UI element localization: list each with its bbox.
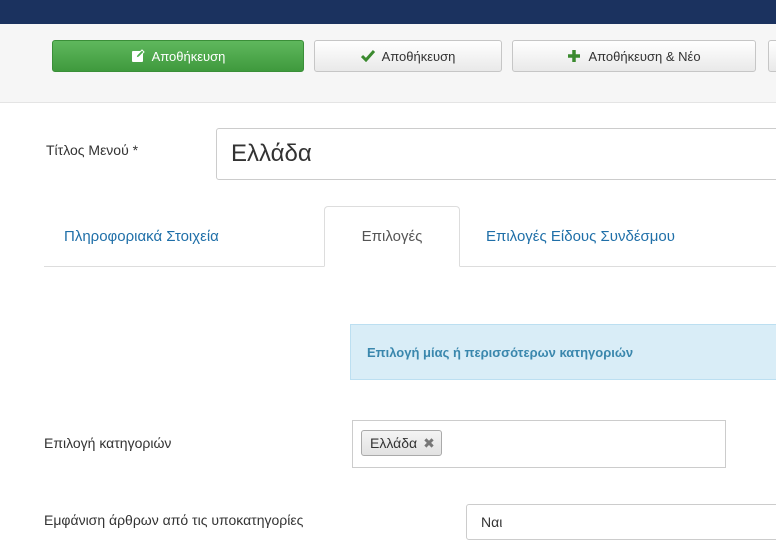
title-input[interactable]: Ελλάδα xyxy=(216,128,776,180)
more-button[interactable] xyxy=(768,40,776,72)
check-icon xyxy=(360,50,375,62)
remove-tag-icon[interactable]: ✖ xyxy=(423,435,435,452)
save-label: Αποθήκευση xyxy=(381,48,456,64)
save-new-label: Αποθήκευση & Νέο xyxy=(588,48,701,64)
plus-icon xyxy=(567,49,581,63)
tab-bar: Πληροφοριακά Στοιχεία Επιλογές Επιλογές … xyxy=(44,206,776,267)
subcategory-select[interactable]: Ναι xyxy=(466,504,776,540)
category-label: Επιλογή κατηγοριών xyxy=(44,435,172,451)
tab-link-options[interactable]: Επιλογές Είδους Συνδέσμου xyxy=(486,206,675,266)
save-primary-button[interactable]: Αποθήκευση xyxy=(52,40,304,72)
toolbar: Αποθήκευση Αποθήκευση Αποθήκευση & Νέο xyxy=(0,24,776,103)
category-chosen-input[interactable]: Ελλάδα ✖ xyxy=(352,420,726,468)
top-bar xyxy=(0,0,776,24)
category-tag-label: Ελλάδα xyxy=(370,435,418,451)
subcategory-label: Εμφάνιση άρθρων από τις υποκατηγορίες xyxy=(44,512,304,528)
save-new-button[interactable]: Αποθήκευση & Νέο xyxy=(512,40,756,72)
info-box: Επιλογή μίας ή περισσότερων κατηγοριών xyxy=(350,324,776,380)
tab-info[interactable]: Πληροφοριακά Στοιχεία xyxy=(64,206,219,266)
save-button[interactable]: Αποθήκευση xyxy=(314,40,502,72)
edit-icon xyxy=(131,49,145,63)
category-tag: Ελλάδα ✖ xyxy=(361,430,442,456)
tab-options[interactable]: Επιλογές xyxy=(324,206,460,267)
title-label: Τίτλος Μενού * xyxy=(46,142,139,158)
save-primary-label: Αποθήκευση xyxy=(151,48,226,64)
